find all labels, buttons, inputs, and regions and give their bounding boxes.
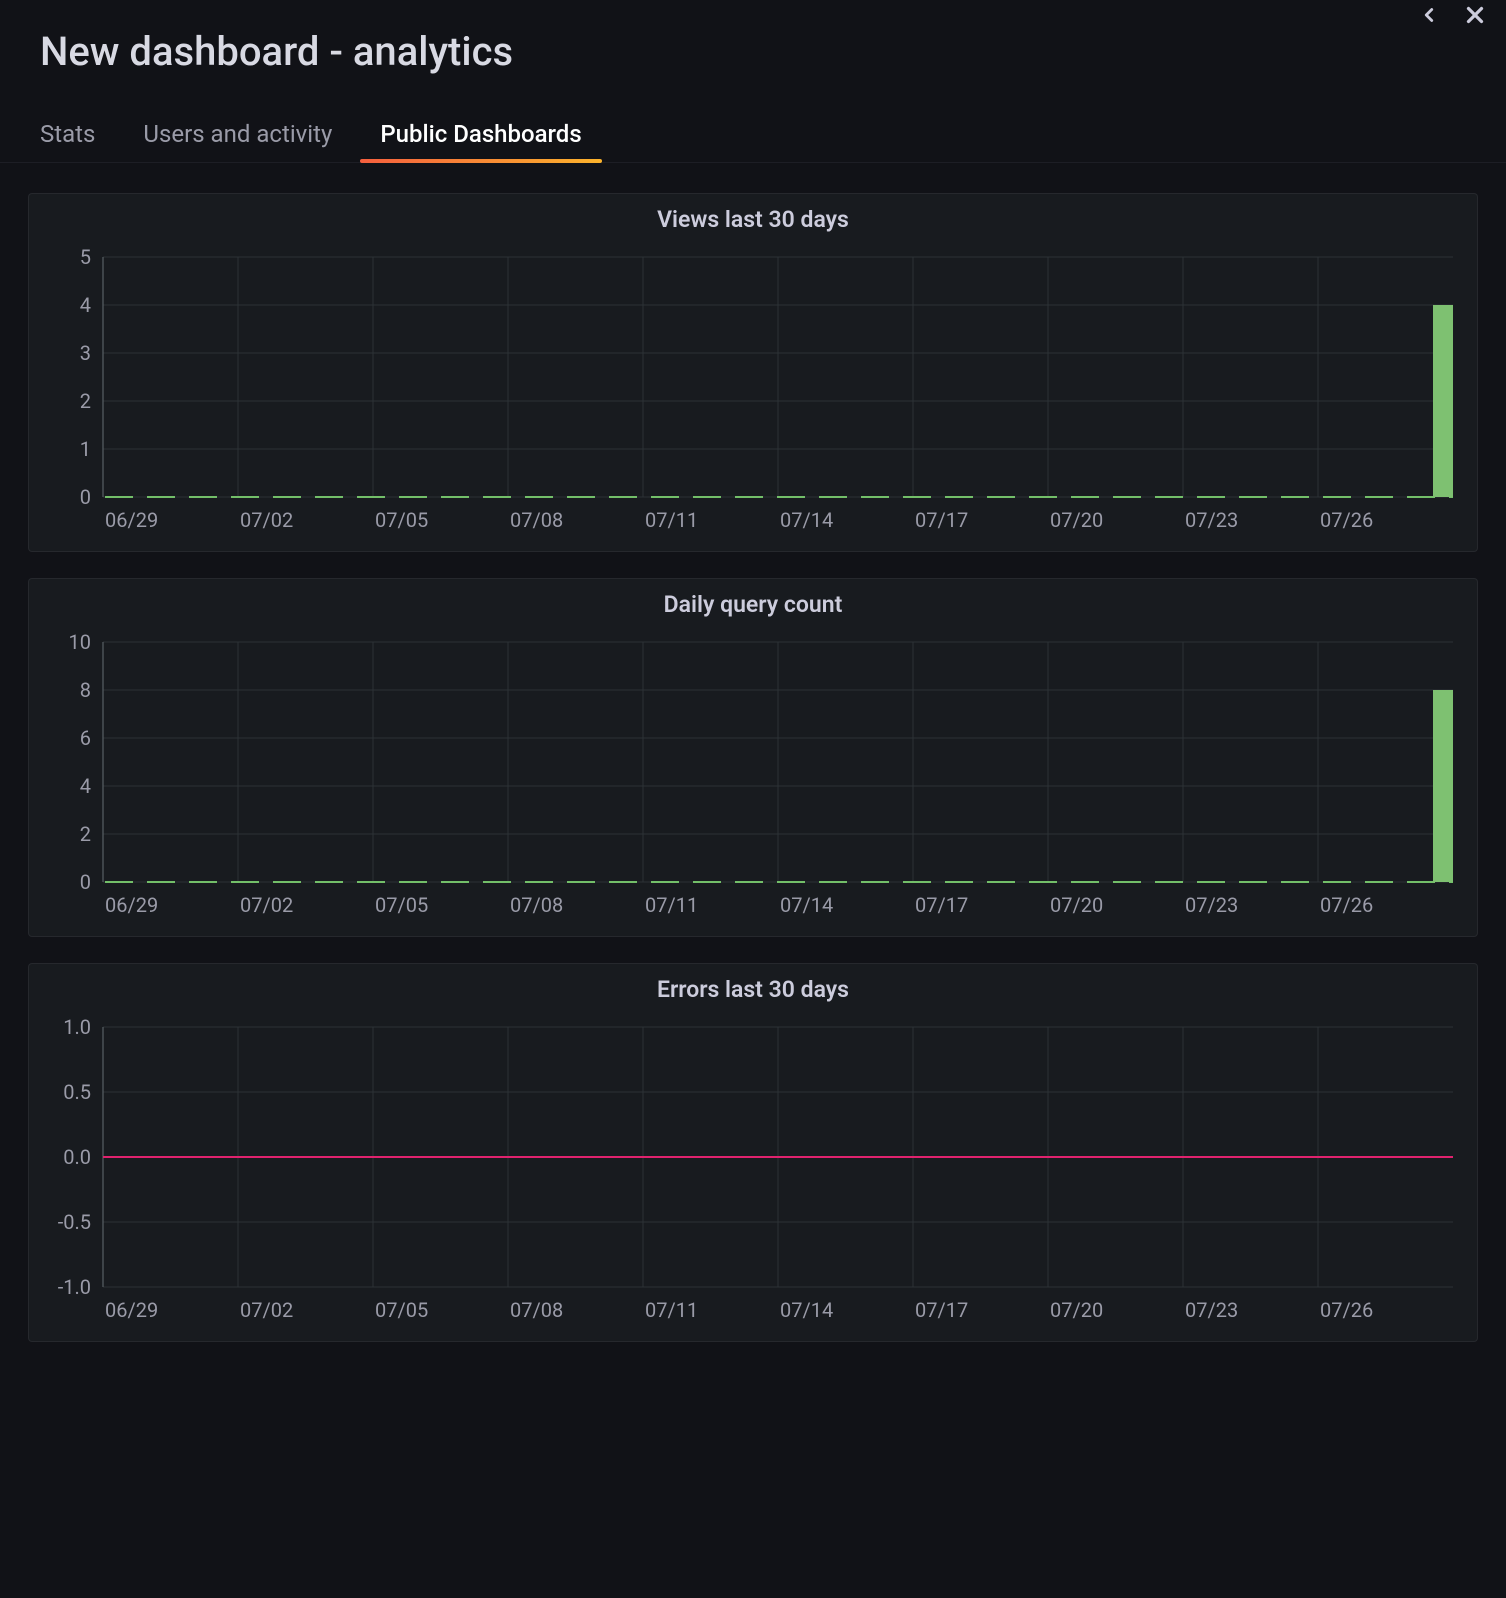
- svg-text:07/20: 07/20: [1050, 1298, 1103, 1322]
- tab-public-dashboards[interactable]: Public Dashboards: [380, 120, 581, 162]
- tab-users-and-activity[interactable]: Users and activity: [143, 120, 332, 162]
- svg-text:07/17: 07/17: [915, 1298, 968, 1322]
- svg-text:4: 4: [80, 293, 91, 317]
- panel-title-errors: Errors last 30 days: [43, 976, 1463, 1003]
- svg-text:0: 0: [80, 485, 91, 509]
- svg-text:07/17: 07/17: [915, 508, 968, 532]
- svg-text:07/26: 07/26: [1320, 893, 1373, 917]
- svg-text:-1.0: -1.0: [58, 1275, 91, 1299]
- close-icon[interactable]: [1462, 2, 1488, 28]
- svg-text:07/08: 07/08: [510, 893, 563, 917]
- svg-text:07/08: 07/08: [510, 508, 563, 532]
- svg-text:07/26: 07/26: [1320, 508, 1373, 532]
- svg-text:06/29: 06/29: [105, 893, 158, 917]
- chart-views: 0 1 2 3 4 5 06/29 07/02 07/05 07/08 07/11 07/14 07/1…: [43, 245, 1463, 537]
- svg-text:2: 2: [80, 389, 91, 413]
- tab-stats[interactable]: Stats: [40, 120, 95, 162]
- svg-text:4: 4: [80, 774, 91, 798]
- svg-text:1: 1: [80, 437, 91, 461]
- svg-text:07/14: 07/14: [780, 893, 833, 917]
- svg-text:5: 5: [80, 245, 91, 269]
- chart-queries: 0 2 4 6 8 10 06/29 07/02 07/05 07/08 07/11 07/14 07/…: [43, 630, 1463, 922]
- svg-text:07/14: 07/14: [780, 508, 833, 532]
- svg-text:3: 3: [80, 341, 91, 365]
- svg-text:10: 10: [69, 630, 91, 654]
- chart-errors: -1.0 -0.5 0.0 0.5 1.0 06/29 07/02 07/05 07/08 07/…: [43, 1015, 1463, 1327]
- tabs: Stats Users and activity Public Dashboar…: [0, 75, 1506, 163]
- panel-errors: Errors last 30 days -1.0 -0.5 0.0 0.5 1.0 06/2…: [28, 963, 1478, 1342]
- svg-text:8: 8: [80, 678, 91, 702]
- svg-text:07/23: 07/23: [1185, 1298, 1238, 1322]
- svg-text:0.0: 0.0: [63, 1145, 91, 1169]
- panel-queries: Daily query count024681006/2907/0207/050…: [28, 578, 1478, 937]
- svg-text:0: 0: [80, 870, 91, 894]
- svg-text:07/20: 07/20: [1050, 893, 1103, 917]
- svg-text:0.5: 0.5: [63, 1080, 91, 1104]
- svg-text:07/17: 07/17: [915, 893, 968, 917]
- panel-title-views: Views last 30 days: [43, 206, 1463, 233]
- svg-text:07/20: 07/20: [1050, 508, 1103, 532]
- svg-text:6: 6: [80, 726, 91, 750]
- svg-text:07/26: 07/26: [1320, 1298, 1373, 1322]
- svg-text:06/29: 06/29: [105, 1298, 158, 1322]
- svg-text:07/02: 07/02: [240, 893, 293, 917]
- svg-text:07/23: 07/23: [1185, 893, 1238, 917]
- svg-text:07/02: 07/02: [240, 1298, 293, 1322]
- svg-text:07/11: 07/11: [645, 508, 698, 532]
- svg-text:07/02: 07/02: [240, 508, 293, 532]
- svg-text:07/08: 07/08: [510, 1298, 563, 1322]
- svg-text:07/05: 07/05: [375, 1298, 428, 1322]
- panel-title-queries: Daily query count: [43, 591, 1463, 618]
- svg-text:07/14: 07/14: [780, 1298, 833, 1322]
- svg-text:2: 2: [80, 822, 91, 846]
- svg-text:07/05: 07/05: [375, 508, 428, 532]
- svg-text:07/23: 07/23: [1185, 508, 1238, 532]
- svg-text:07/05: 07/05: [375, 893, 428, 917]
- svg-text:07/11: 07/11: [645, 1298, 698, 1322]
- panel-views: Views last 30 days01234506/2907/0207/050…: [28, 193, 1478, 552]
- back-icon[interactable]: [1418, 4, 1440, 26]
- svg-text:1.0: 1.0: [63, 1015, 91, 1039]
- svg-text:-0.5: -0.5: [58, 1210, 91, 1234]
- page-title: New dashboard - analytics: [40, 28, 1466, 75]
- svg-text:06/29: 06/29: [105, 508, 158, 532]
- svg-text:07/11: 07/11: [645, 893, 698, 917]
